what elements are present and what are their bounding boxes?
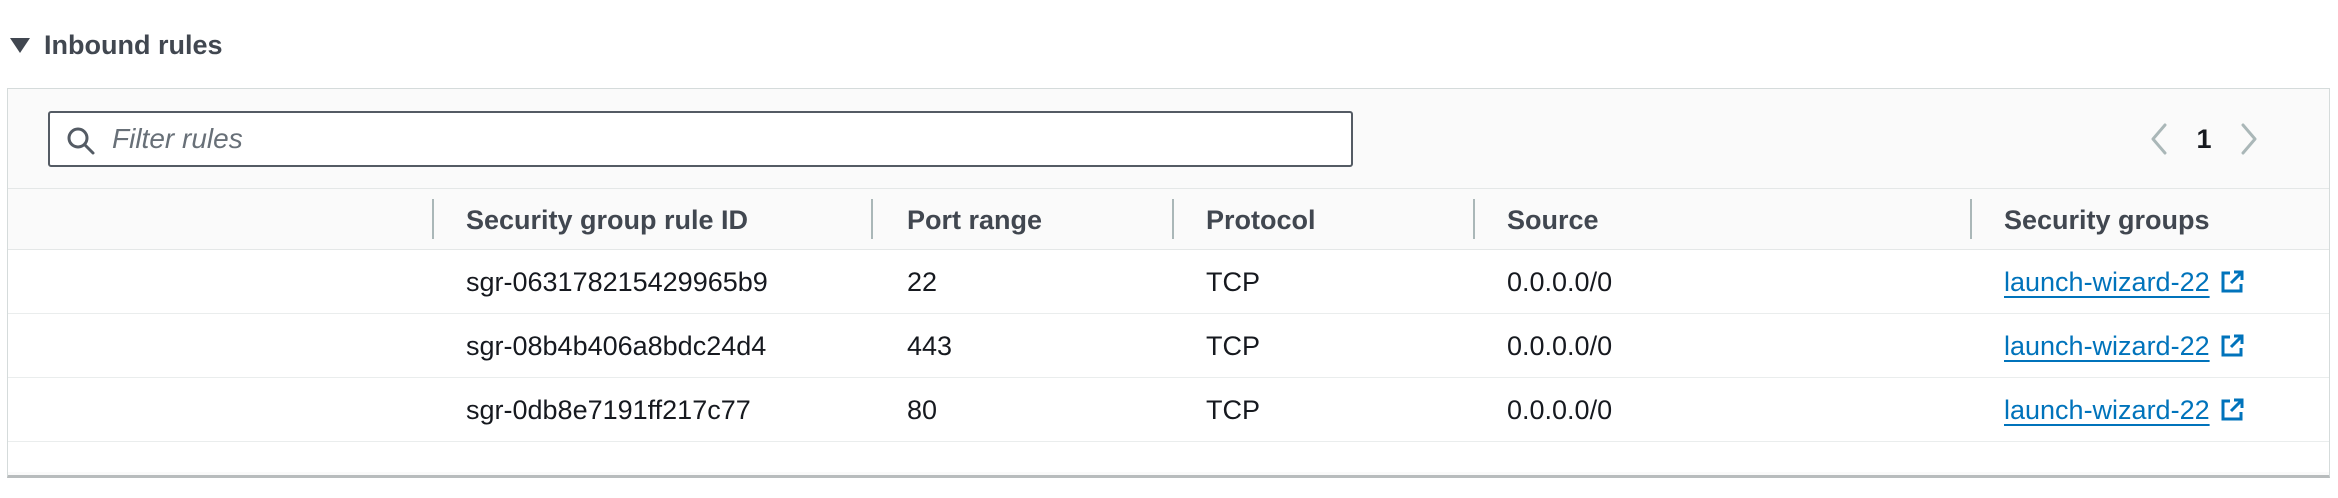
security-group-cell: launch-wizard-22 [2004,314,2246,378]
external-link-icon[interactable] [2218,268,2246,296]
previous-page-button[interactable] [2138,117,2182,161]
rule-id-cell: sgr-063178215429965b9 [466,266,768,297]
rule-id-cell: sgr-08b4b406a8bdc24d4 [466,330,767,361]
chevron-left-icon [2151,123,2167,155]
security-group-link[interactable]: launch-wizard-22 [2004,331,2246,362]
protocol-cell: TCP [1206,394,1260,425]
table-header: Security group rule ID Port range Protoc… [8,188,2329,250]
filter-rules-input[interactable] [112,113,1332,165]
security-group-link-text[interactable]: launch-wizard-22 [2004,395,2210,426]
table-row: sgr-063178215429965b9 22 TCP 0.0.0.0/0 l… [8,250,2329,314]
external-link-icon[interactable] [2218,396,2246,424]
column-header-source[interactable]: Source [1507,189,1599,251]
column-header-rule-id[interactable]: Security group rule ID [466,189,748,251]
pagination: 1 [2138,117,2270,161]
table-row: sgr-0db8e7191ff217c77 80 TCP 0.0.0.0/0 l… [8,378,2329,442]
column-divider[interactable] [871,199,873,239]
filter-box[interactable] [48,111,1353,167]
table-footer [8,442,2329,472]
column-divider[interactable] [1970,199,1972,239]
source-cell: 0.0.0.0/0 [1507,330,1613,361]
inbound-rules-panel: 1 Security group rule ID Port range Prot… [7,88,2330,478]
next-page-button[interactable] [2226,117,2270,161]
column-divider[interactable] [1172,199,1174,239]
port-range-cell: 443 [907,330,953,361]
rule-id-cell: sgr-0db8e7191ff217c77 [466,394,751,425]
security-group-cell: launch-wizard-22 [2004,250,2246,314]
source-cell: 0.0.0.0/0 [1507,266,1613,297]
security-group-link[interactable]: launch-wizard-22 [2004,395,2246,426]
port-range-cell: 80 [907,394,938,425]
table-row: sgr-08b4b406a8bdc24d4 443 TCP 0.0.0.0/0 … [8,314,2329,378]
column-header-protocol[interactable]: Protocol [1206,189,1316,251]
column-divider[interactable] [432,199,434,239]
chevron-right-icon [2241,123,2257,155]
current-page-number[interactable]: 1 [2182,124,2226,155]
inbound-rules-header[interactable]: Inbound rules [10,22,223,68]
security-group-link[interactable]: launch-wizard-22 [2004,267,2246,298]
protocol-cell: TCP [1206,330,1260,361]
column-header-security-groups[interactable]: Security groups [2004,189,2210,251]
caret-down-icon[interactable] [10,37,30,53]
inbound-rules-table: Security group rule ID Port range Protoc… [8,188,2329,472]
search-icon [67,127,95,155]
column-divider[interactable] [1473,199,1475,239]
security-group-link-text[interactable]: launch-wizard-22 [2004,267,2210,298]
column-header-port-range[interactable]: Port range [907,189,1042,251]
section-title: Inbound rules [44,29,223,60]
source-cell: 0.0.0.0/0 [1507,394,1613,425]
protocol-cell: TCP [1206,266,1260,297]
security-group-cell: launch-wizard-22 [2004,378,2246,442]
security-group-link-text[interactable]: launch-wizard-22 [2004,331,2210,362]
external-link-icon[interactable] [2218,332,2246,360]
port-range-cell: 22 [907,266,938,297]
